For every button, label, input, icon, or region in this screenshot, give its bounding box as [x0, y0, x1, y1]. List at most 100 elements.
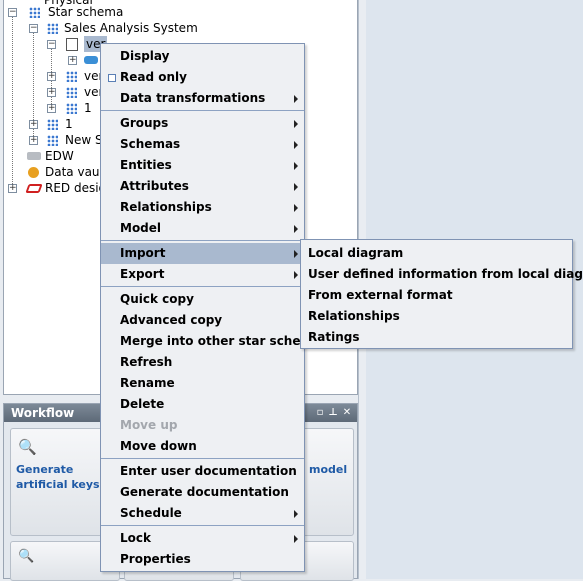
submenu-arrow-icon: [294, 225, 298, 233]
model-grid-icon: [66, 87, 77, 98]
model-grid-icon: [47, 119, 58, 130]
menu-item-model[interactable]: Model: [101, 218, 304, 239]
model-link[interactable]: model: [309, 462, 347, 477]
menu-item-entities[interactable]: Entities: [101, 155, 304, 176]
menu-item-generate-documentation[interactable]: Generate documentation: [101, 482, 304, 503]
collapse-icon[interactable]: −: [8, 8, 17, 17]
tree-item-label: RED desig: [45, 181, 107, 195]
tree-item-star-schema[interactable]: − Star schema: [4, 4, 354, 20]
document-icon: [66, 38, 78, 51]
submenu-item-local-diagram[interactable]: Local diagram: [301, 243, 572, 264]
submenu-arrow-icon: [294, 95, 298, 103]
submenu-arrow-icon: [294, 162, 298, 170]
expand-icon[interactable]: +: [68, 56, 77, 65]
menu-item-relationships[interactable]: Relationships: [101, 197, 304, 218]
menu-item-schedule[interactable]: Schedule: [101, 503, 304, 524]
model-grid-icon: [47, 23, 58, 34]
menu-separator: [101, 525, 304, 526]
menu-item-label: Schemas: [120, 137, 181, 151]
menu-item-quick-copy[interactable]: Quick copy: [101, 289, 304, 310]
menu-item-label: Local diagram: [308, 246, 404, 260]
menu-item-label: Schedule: [120, 506, 182, 520]
submenu-item-from-external-format[interactable]: From external format: [301, 285, 572, 306]
menu-item-import[interactable]: Import: [101, 243, 304, 264]
expand-icon[interactable]: +: [47, 88, 56, 97]
menu-item-display[interactable]: Display: [101, 46, 304, 67]
menu-item-label: Relationships: [120, 200, 212, 214]
submenu-item-ratings[interactable]: Ratings: [301, 327, 572, 348]
menu-item-label: Attributes: [120, 179, 189, 193]
menu-separator: [101, 458, 304, 459]
submenu-arrow-icon: [294, 204, 298, 212]
menu-item-label: Enter user documentation: [120, 464, 297, 478]
tree-item-label: 1: [84, 101, 92, 115]
submenu-item-user-defined-information[interactable]: User defined information from local diag…: [301, 264, 583, 285]
menu-item-enter-user-documentation[interactable]: Enter user documentation: [101, 461, 304, 482]
menu-item-label: Quick copy: [120, 292, 194, 306]
menu-item-lock[interactable]: Lock: [101, 528, 304, 549]
generate-artificial-keys-link[interactable]: Generate artificial keys: [16, 462, 106, 492]
menu-item-groups[interactable]: Groups: [101, 113, 304, 134]
menu-item-label: Properties: [120, 552, 191, 566]
menu-item-data-transformations[interactable]: Data transformations: [101, 88, 304, 109]
submenu-arrow-icon: [294, 183, 298, 191]
menu-item-move-down[interactable]: Move down: [101, 436, 304, 457]
menu-item-label: Lock: [120, 531, 151, 545]
submenu-arrow-icon: [294, 120, 298, 128]
submenu-arrow-icon: [294, 141, 298, 149]
menu-item-label: Ratings: [308, 330, 360, 344]
menu-item-label: User defined information from local diag…: [308, 267, 583, 281]
expand-icon[interactable]: +: [47, 72, 56, 81]
menu-item-merge-into-other-star-schema[interactable]: Merge into other star schema: [101, 331, 321, 352]
expand-icon[interactable]: +: [8, 184, 17, 193]
menu-item-label: Move down: [120, 439, 197, 453]
menu-item-label: Display: [120, 49, 170, 63]
menu-item-label: Read only: [120, 70, 187, 84]
menu-item-label: Merge into other star schema: [120, 334, 322, 348]
tree-item-label: New S: [65, 133, 103, 147]
menu-item-properties[interactable]: Properties: [101, 549, 304, 570]
menu-item-export[interactable]: Export: [101, 264, 304, 285]
menu-item-read-only[interactable]: Read only: [101, 67, 304, 88]
submenu-arrow-icon: [294, 271, 298, 279]
data-vault-icon: [28, 167, 39, 178]
tree-item-label: EDW: [45, 149, 74, 163]
tree-item-label: Data vault: [45, 165, 108, 179]
menu-item-delete[interactable]: Delete: [101, 394, 304, 415]
key-search-icon: 🔍: [18, 438, 37, 456]
menu-separator: [101, 110, 304, 111]
submenu-arrow-icon: [294, 250, 298, 258]
menu-item-label: Groups: [120, 116, 169, 130]
menu-item-label: Model: [120, 221, 162, 235]
menu-item-rename[interactable]: Rename: [101, 373, 304, 394]
submenu-item-relationships[interactable]: Relationships: [301, 306, 572, 327]
tree-item-label: Star schema: [48, 5, 124, 19]
star-schema-icon: [29, 7, 40, 18]
submenu-arrow-icon: [294, 510, 298, 518]
model-grid-icon: [47, 135, 58, 146]
restore-icon[interactable]: ▫: [315, 407, 325, 418]
collapse-icon[interactable]: −: [47, 40, 56, 49]
expand-icon[interactable]: +: [47, 104, 56, 113]
expand-icon[interactable]: +: [29, 120, 38, 129]
menu-item-advanced-copy[interactable]: Advanced copy: [101, 310, 304, 331]
expand-icon[interactable]: +: [29, 136, 38, 145]
workflow-title: Workflow: [11, 406, 75, 420]
menu-item-label: Entities: [120, 158, 172, 172]
collapse-icon[interactable]: −: [29, 24, 38, 33]
pin-icon[interactable]: ⊥: [328, 407, 338, 418]
menu-separator: [101, 286, 304, 287]
menu-item-refresh[interactable]: Refresh: [101, 352, 304, 373]
menu-item-schemas[interactable]: Schemas: [101, 134, 304, 155]
menu-item-label: Advanced copy: [120, 313, 223, 327]
checkbox-icon[interactable]: [108, 74, 116, 82]
menu-separator: [101, 240, 304, 241]
menu-item-attributes[interactable]: Attributes: [101, 176, 304, 197]
red-design-icon: [25, 184, 43, 193]
tree-item-sales-analysis-system[interactable]: − Sales Analysis System: [4, 20, 354, 36]
edw-icon: [27, 152, 41, 160]
close-icon[interactable]: ✕: [342, 407, 352, 418]
menu-item-label: Generate documentation: [120, 485, 289, 499]
menu-item-label: Export: [120, 267, 165, 281]
submenu-arrow-icon: [294, 535, 298, 543]
